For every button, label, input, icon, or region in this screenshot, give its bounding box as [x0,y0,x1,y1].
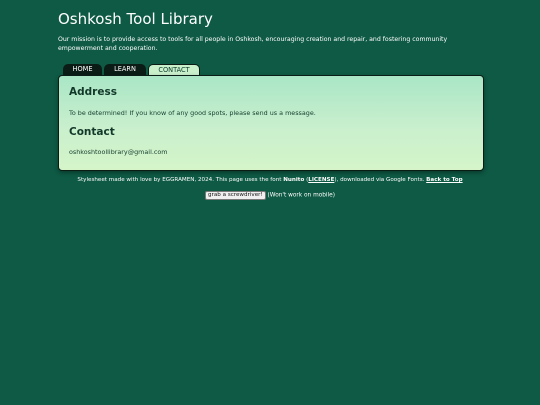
contact-heading: Contact [69,126,115,138]
mission-statement: Our mission is to provide access to tool… [58,36,448,52]
tab-home[interactable]: HOME [63,64,102,75]
mobile-note: (Won't work on mobile) [267,192,335,199]
nav-tabs: HOME LEARN CONTACT [63,64,200,75]
footer-font-name: Nunito [283,177,305,183]
site-title: Oshkosh Tool Library [58,10,213,28]
screwdriver-row: grab a screwdriver! (Won't work on mobil… [0,191,540,200]
back-to-top-link[interactable]: Back to Top [426,177,462,183]
license-link[interactable]: LICENSE [308,177,334,183]
grab-screwdriver-button[interactable]: grab a screwdriver! [205,191,266,200]
content-panel: Address To be determined! If you know of… [58,75,484,171]
footer-credits: Stylesheet made with love by EGGRAMEN, 2… [0,177,540,183]
tab-contact[interactable]: CONTACT [148,64,200,75]
tab-learn[interactable]: LEARN [104,64,146,75]
address-heading: Address [69,86,117,98]
footer-text-before: Stylesheet made with love by EGGRAMEN, 2… [77,177,284,183]
footer-text-after: ), downloaded via Google Fonts. [334,177,427,183]
contact-email[interactable]: oshkoshtoollibrary@gmail.com [69,148,168,156]
address-text: To be determined! If you know of any goo… [69,109,316,117]
